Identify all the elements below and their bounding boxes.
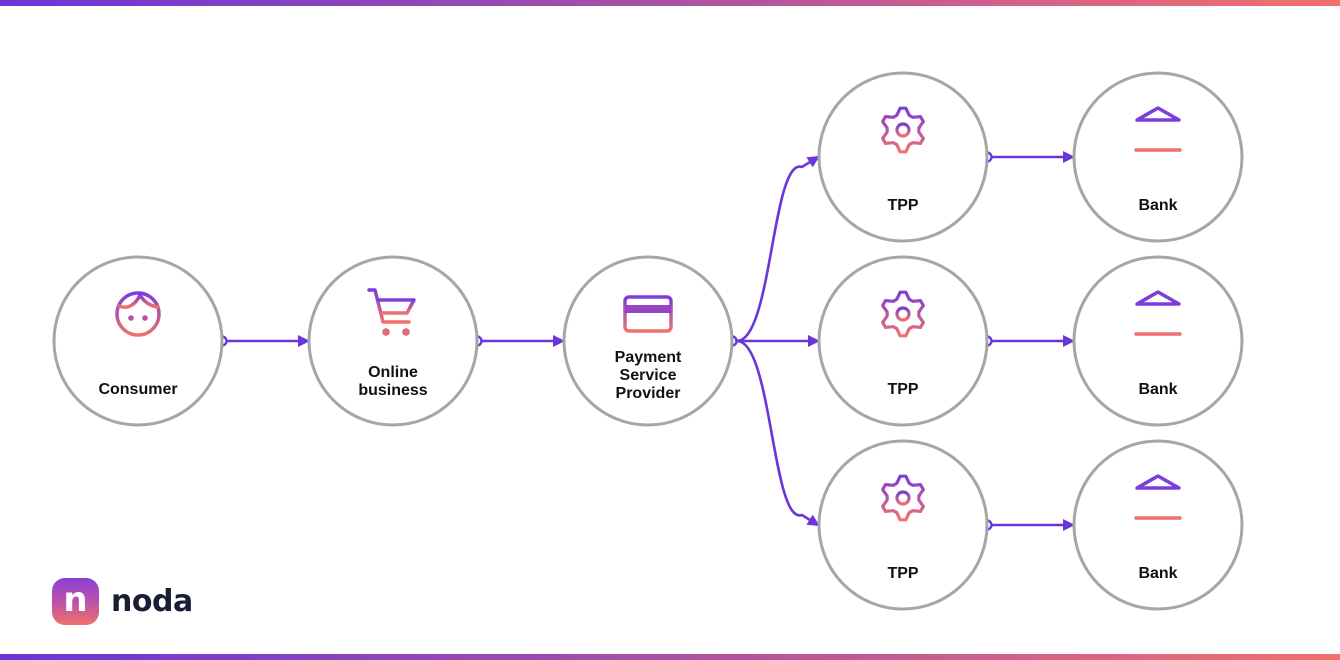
node-label-line: TPP bbox=[887, 197, 918, 214]
brand-name: noda bbox=[111, 584, 193, 619]
node-consumer: Consumer bbox=[52, 255, 224, 427]
node-circle bbox=[1072, 439, 1244, 611]
edge-tpp-2-to-bank-2 bbox=[981, 335, 1075, 347]
payment-flow-diagram: Consumer Online business Payment Service Prov… bbox=[52, 71, 1244, 611]
edge-tpp-1-to-bank-1 bbox=[981, 151, 1075, 163]
node-label-line: Provider bbox=[616, 385, 681, 402]
edge-psp-to-tpp-1 bbox=[726, 155, 820, 347]
node-label-line: Consumer bbox=[98, 381, 177, 398]
node-label-line: Service bbox=[620, 367, 677, 384]
node-circle bbox=[817, 71, 989, 243]
node-circle bbox=[1072, 71, 1244, 243]
node-circle bbox=[1072, 255, 1244, 427]
edge-consumer-to-online-business bbox=[216, 335, 310, 347]
node-label: TPP bbox=[887, 565, 918, 582]
edge-tpp-3-to-bank-3 bbox=[981, 519, 1075, 531]
logo-letter: n bbox=[63, 579, 88, 620]
node-label-line: TPP bbox=[887, 565, 918, 582]
node-label-line: Bank bbox=[1138, 565, 1177, 582]
node-tpp-1: TPP bbox=[817, 71, 989, 243]
node-label: Consumer bbox=[98, 381, 177, 398]
node-label-line: Online bbox=[368, 364, 418, 381]
edge-online-business-to-psp bbox=[471, 335, 565, 347]
edge-line bbox=[736, 155, 820, 343]
node-circle bbox=[817, 439, 989, 611]
node-bank-1: Bank bbox=[1072, 71, 1244, 243]
node-bank-2: Bank bbox=[1072, 255, 1244, 427]
bottom-gradient-bar bbox=[0, 654, 1340, 660]
node-bank-3: Bank bbox=[1072, 439, 1244, 611]
node-circle bbox=[307, 255, 479, 427]
node-label: Bank bbox=[1138, 381, 1177, 398]
node-label: Bank bbox=[1138, 197, 1177, 214]
node-psp: Payment Service Provider bbox=[562, 255, 734, 427]
noda-logo: n noda bbox=[52, 578, 193, 625]
node-label: Payment Service Provider bbox=[615, 349, 682, 402]
node-label-line: Bank bbox=[1138, 197, 1177, 214]
node-tpp-2: TPP bbox=[817, 255, 989, 427]
edge-psp-to-tpp-3 bbox=[726, 335, 820, 527]
noda-logo-mark: n bbox=[52, 578, 99, 625]
node-label-line: TPP bbox=[887, 381, 918, 398]
node-label: Bank bbox=[1138, 565, 1177, 582]
node-online-business: Online business bbox=[307, 255, 479, 427]
node-circle bbox=[52, 255, 224, 427]
node-label: Online business bbox=[358, 364, 427, 399]
node-label-line: Payment bbox=[615, 349, 682, 366]
node-label-line: Bank bbox=[1138, 381, 1177, 398]
node-circle bbox=[817, 255, 989, 427]
node-label: TPP bbox=[887, 197, 918, 214]
node-label: TPP bbox=[887, 381, 918, 398]
edge-line bbox=[736, 339, 820, 527]
node-label-line: business bbox=[358, 382, 427, 399]
node-tpp-3: TPP bbox=[817, 439, 989, 611]
